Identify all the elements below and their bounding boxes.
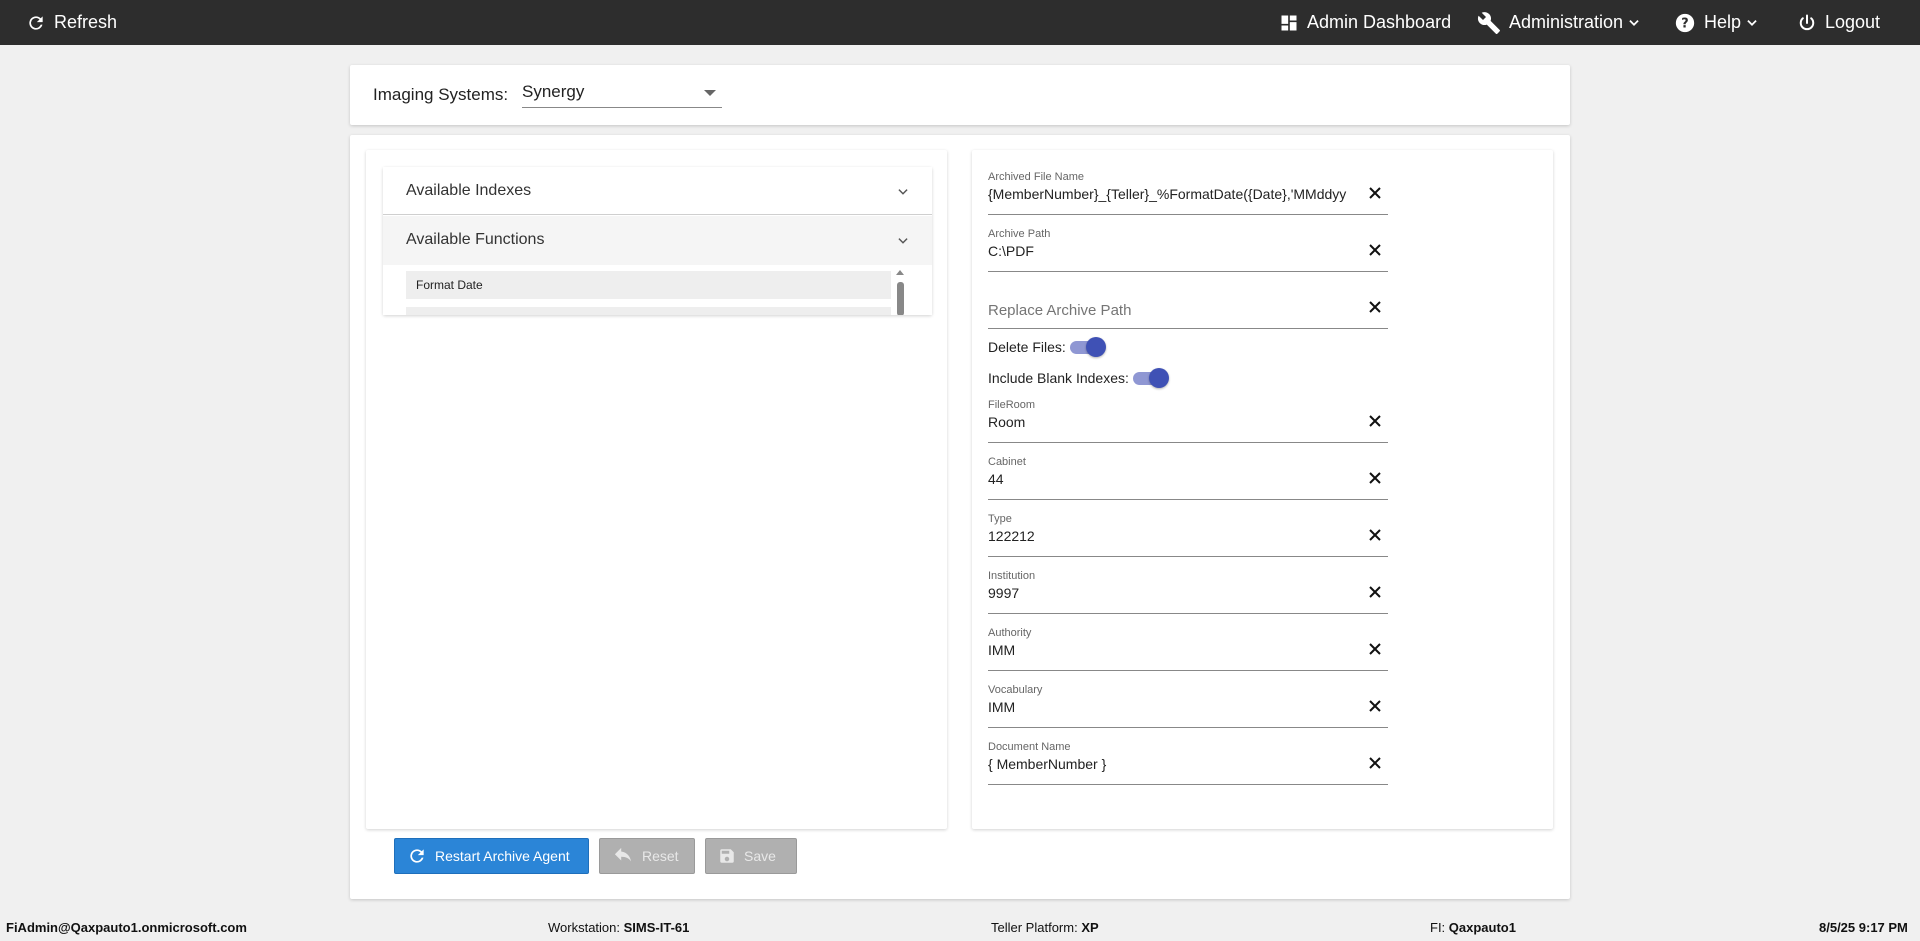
field-label: Archived File Name xyxy=(988,171,1084,183)
close-icon[interactable] xyxy=(1368,756,1382,770)
vocabulary-input[interactable] xyxy=(988,699,1348,715)
archived-file-name-input[interactable] xyxy=(988,186,1348,202)
admin-dashboard-label: Admin Dashboard xyxy=(1307,12,1452,32)
save-label: Save xyxy=(744,848,776,864)
close-icon[interactable] xyxy=(1368,585,1382,599)
chevron-down-icon xyxy=(898,238,908,244)
power-icon xyxy=(1799,14,1815,30)
footer-fi: FI: Qaxpauto1 xyxy=(1430,920,1516,935)
institution-input[interactable] xyxy=(988,585,1348,601)
admin-dashboard-link[interactable]: Admin Dashboard xyxy=(1279,0,1451,45)
close-icon[interactable] xyxy=(1368,243,1382,257)
list-item-format-date[interactable]: Format Date xyxy=(406,271,891,299)
footer-datetime: 8/5/25 9:17 PM xyxy=(1819,920,1908,935)
top-navigation-bar: Refresh Admin Dashboard Administration ?… xyxy=(0,0,1920,45)
archived-file-name-field: Archived File Name xyxy=(988,171,1388,215)
field-label: Type xyxy=(988,513,1012,525)
help-label: Help xyxy=(1704,12,1742,32)
undo-icon xyxy=(614,847,632,862)
available-functions-header[interactable]: Available Functions xyxy=(383,216,932,265)
close-icon[interactable] xyxy=(1368,186,1382,200)
wrench-icon xyxy=(1477,11,1500,34)
close-icon[interactable] xyxy=(1368,471,1382,485)
functions-list[interactable]: Format Date xyxy=(383,265,932,315)
available-indexes-header[interactable]: Available Indexes xyxy=(383,167,932,215)
delete-files-label: Delete Files: xyxy=(988,339,1066,355)
help-menu[interactable]: ? Help xyxy=(1674,0,1759,45)
imaging-systems-value: Synergy xyxy=(522,82,585,101)
document-name-input[interactable] xyxy=(988,756,1348,772)
authority-field: Authority xyxy=(988,627,1388,671)
logout-label: Logout xyxy=(1825,12,1881,32)
footer-user: FiAdmin@Qaxpauto1.onmicrosoft.com xyxy=(6,920,247,935)
replace-archive-path-field xyxy=(988,285,1388,329)
fileroom-field: FileRoom xyxy=(988,399,1388,443)
include-blank-indexes-row: Include Blank Indexes: xyxy=(988,367,1169,389)
include-blank-indexes-toggle[interactable] xyxy=(1132,368,1169,388)
replace-archive-path-input[interactable] xyxy=(988,302,1348,319)
field-label: Document Name xyxy=(988,741,1071,753)
chevron-down-icon xyxy=(1747,19,1757,26)
close-icon[interactable] xyxy=(1368,699,1382,713)
field-label: Institution xyxy=(988,570,1036,582)
dashboard-icon xyxy=(1281,15,1297,30)
institution-field: Institution xyxy=(988,570,1388,614)
available-functions-title: Available Functions xyxy=(406,231,545,248)
refresh-label: Refresh xyxy=(54,12,118,32)
restart-archive-agent-button[interactable]: Restart Archive Agent xyxy=(394,838,589,874)
restart-archive-agent-label: Restart Archive Agent xyxy=(435,848,570,864)
scroll-up-arrow[interactable] xyxy=(896,270,904,275)
close-icon[interactable] xyxy=(1368,414,1382,428)
imaging-systems-select[interactable]: Synergy xyxy=(522,78,722,108)
authority-input[interactable] xyxy=(988,642,1348,658)
reset-label: Reset xyxy=(642,848,679,864)
document-name-field: Document Name xyxy=(988,741,1388,785)
field-label: Archive Path xyxy=(988,228,1051,240)
delete-files-row: Delete Files: xyxy=(988,336,1106,358)
help-icon: ? xyxy=(1675,13,1695,32)
available-indexes-title: Available Indexes xyxy=(406,182,532,199)
reset-button[interactable]: Reset xyxy=(599,838,695,874)
cabinet-input[interactable] xyxy=(988,471,1348,487)
close-icon[interactable] xyxy=(1368,300,1382,314)
administration-menu[interactable]: Administration xyxy=(1477,0,1641,45)
archive-path-field: Archive Path xyxy=(988,228,1388,272)
refresh-icon xyxy=(29,15,43,30)
cabinet-field: Cabinet xyxy=(988,456,1388,500)
field-label: FileRoom xyxy=(988,399,1036,411)
delete-files-toggle[interactable] xyxy=(1069,337,1106,357)
administration-label: Administration xyxy=(1509,12,1624,32)
footer-teller-platform: Teller Platform: XP xyxy=(991,920,1099,935)
field-label: Cabinet xyxy=(988,456,1026,468)
field-label: Vocabulary xyxy=(988,684,1043,696)
chevron-down-icon xyxy=(1629,19,1639,26)
field-label: Authority xyxy=(988,627,1032,639)
imaging-systems-label: Imaging Systems: xyxy=(373,85,509,104)
type-input[interactable] xyxy=(988,528,1348,544)
type-field: Type xyxy=(988,513,1388,557)
fileroom-input[interactable] xyxy=(988,414,1348,430)
chevron-down-icon xyxy=(898,189,908,195)
svg-text:?: ? xyxy=(1681,16,1688,31)
list-item[interactable] xyxy=(406,307,891,315)
refresh-button[interactable]: Refresh xyxy=(26,0,117,45)
save-icon xyxy=(720,849,734,863)
save-button[interactable]: Save xyxy=(705,838,797,874)
scrollbar-thumb[interactable] xyxy=(897,282,904,315)
logout-button[interactable]: Logout xyxy=(1797,0,1880,45)
dropdown-caret-icon xyxy=(704,90,716,96)
vocabulary-field: Vocabulary xyxy=(988,684,1388,728)
status-footer: FiAdmin@Qaxpauto1.onmicrosoft.com Workst… xyxy=(0,915,1920,941)
include-blank-indexes-label: Include Blank Indexes: xyxy=(988,370,1129,386)
footer-workstation: Workstation: SIMS-IT-61 xyxy=(548,920,690,935)
refresh-icon xyxy=(410,849,424,863)
close-icon[interactable] xyxy=(1368,528,1382,542)
close-icon[interactable] xyxy=(1368,642,1382,656)
archive-path-input[interactable] xyxy=(988,243,1348,259)
